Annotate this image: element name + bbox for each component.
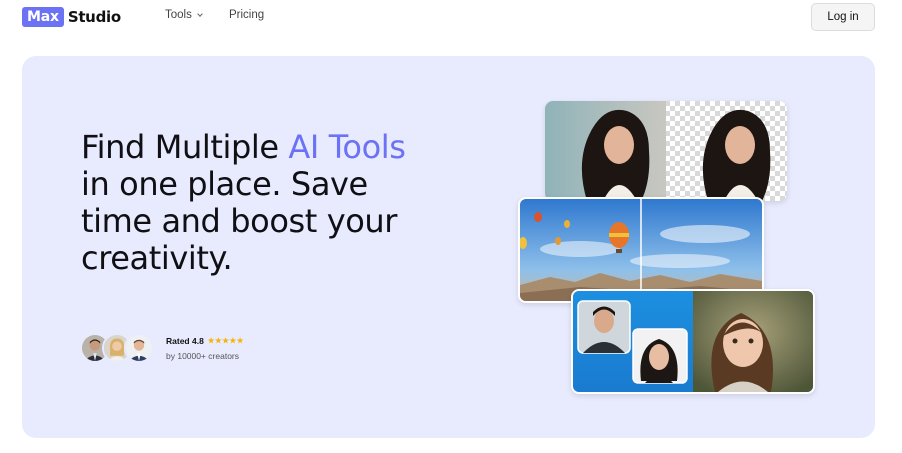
avatar — [124, 333, 154, 363]
chevron-down-icon — [197, 10, 203, 17]
headline-part2: in one place. Save time and boost your c… — [81, 165, 398, 277]
rating-score: Rated 4.8 — [166, 335, 204, 346]
hero-section: Find Multiple AI Tools in one place. Sav… — [22, 56, 875, 438]
creators-count: by 10000+ creators — [166, 350, 240, 361]
bg-removal-preview-image — [545, 101, 787, 201]
headline-highlight: AI Tools — [288, 128, 406, 166]
headline-part1: Find Multiple — [81, 128, 289, 166]
logo[interactable]: Max Studio — [22, 6, 121, 28]
hero-headline: Find Multiple AI Tools in one place. Sav… — [81, 129, 441, 277]
top-navbar: Max Studio Tools Pricing Log in — [0, 0, 902, 34]
object-removal-preview-image — [518, 197, 764, 303]
star-rating-icon: ★★★★★ — [207, 336, 244, 345]
creator-avatars — [80, 333, 154, 363]
nav-tools-label: Tools — [165, 9, 192, 21]
logo-badge: Max — [22, 7, 64, 27]
rating-text: Rated 4.8 ★★★★★ by 10000+ creators — [166, 336, 244, 361]
login-button[interactable]: Log in — [811, 3, 875, 31]
nav-pricing-link[interactable]: Pricing — [229, 9, 264, 21]
rating-block: Rated 4.8 ★★★★★ by 10000+ creators — [80, 332, 244, 364]
logo-text: Studio — [67, 8, 121, 26]
nav-tools-menu[interactable]: Tools — [165, 9, 203, 21]
face-swap-preview-image — [571, 289, 815, 394]
